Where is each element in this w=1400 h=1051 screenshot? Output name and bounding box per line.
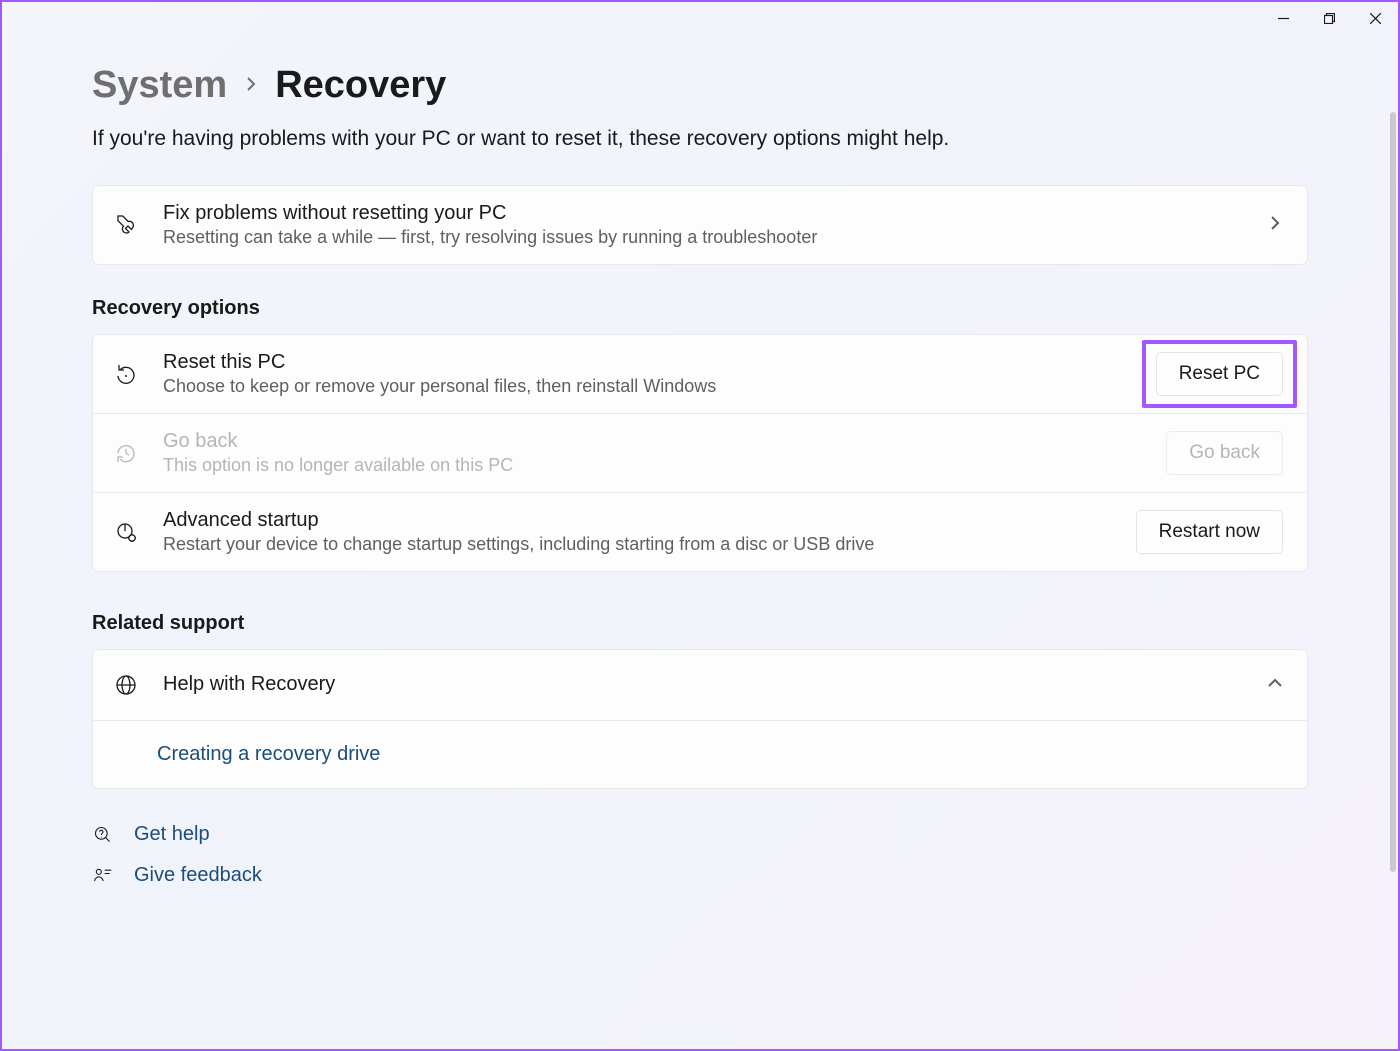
help-icon <box>92 824 114 846</box>
fix-problems-desc: Resetting can take a while — first, try … <box>163 227 1243 248</box>
maximize-button[interactable] <box>1306 2 1352 34</box>
go-back-desc: This option is no longer available on th… <box>163 455 1142 476</box>
history-icon <box>113 440 139 466</box>
restart-now-button[interactable]: Restart now <box>1136 510 1283 554</box>
wrench-icon <box>113 212 139 238</box>
go-back-title: Go back <box>163 430 1142 453</box>
chevron-right-icon <box>245 74 257 97</box>
help-with-recovery-card: Help with Recovery Creating a recovery d… <box>92 649 1308 789</box>
breadcrumb-parent[interactable]: System <box>92 64 227 107</box>
page-subtitle: If you're having problems with your PC o… <box>92 127 1308 151</box>
give-feedback-link[interactable]: Give feedback <box>92 864 1308 887</box>
power-settings-icon <box>113 519 139 545</box>
window-controls <box>1260 2 1398 34</box>
feedback-icon <box>92 865 114 887</box>
go-back-row: Go back This option is no longer availab… <box>92 414 1308 493</box>
reset-pc-icon <box>113 361 139 387</box>
globe-icon <box>113 672 139 698</box>
scrollbar[interactable] <box>1390 112 1396 872</box>
give-feedback-label: Give feedback <box>134 864 262 887</box>
reset-pc-desc: Choose to keep or remove your personal f… <box>163 376 1132 397</box>
help-with-recovery-title: Help with Recovery <box>163 673 1243 696</box>
page-title: Recovery <box>275 64 446 107</box>
advanced-startup-desc: Restart your device to change startup se… <box>163 534 1112 555</box>
reset-pc-title: Reset this PC <box>163 351 1132 374</box>
reset-pc-button[interactable]: Reset PC <box>1156 352 1283 396</box>
section-recovery-options: Recovery options <box>92 297 1308 320</box>
chevron-up-icon <box>1267 675 1283 696</box>
reset-pc-row: Reset this PC Choose to keep or remove y… <box>92 334 1308 414</box>
fix-problems-title: Fix problems without resetting your PC <box>163 202 1243 225</box>
get-help-link[interactable]: Get help <box>92 823 1308 846</box>
go-back-button: Go back <box>1166 431 1283 475</box>
help-with-recovery-header[interactable]: Help with Recovery <box>93 650 1307 720</box>
advanced-startup-row: Advanced startup Restart your device to … <box>92 493 1308 572</box>
minimize-button[interactable] <box>1260 2 1306 34</box>
fix-problems-card[interactable]: Fix problems without resetting your PC R… <box>92 185 1308 265</box>
creating-recovery-drive-link[interactable]: Creating a recovery drive <box>157 743 380 765</box>
highlight-annotation: Reset PC <box>1142 340 1297 408</box>
section-related-support: Related support <box>92 612 1308 635</box>
get-help-label: Get help <box>134 823 210 846</box>
close-button[interactable] <box>1352 2 1398 34</box>
chevron-right-icon <box>1267 215 1283 236</box>
breadcrumb: System Recovery <box>92 64 1308 107</box>
advanced-startup-title: Advanced startup <box>163 509 1112 532</box>
